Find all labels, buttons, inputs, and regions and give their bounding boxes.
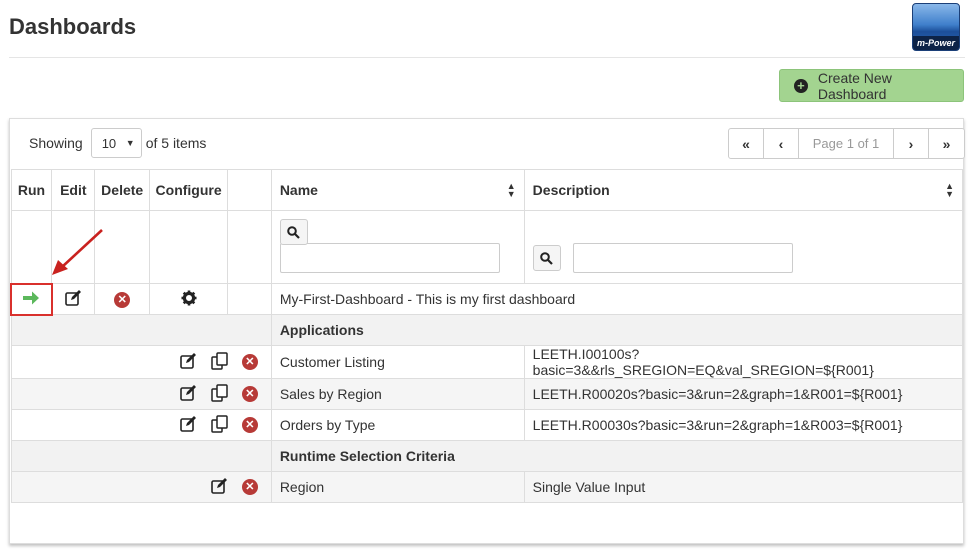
section-row: Runtime Selection Criteria (10, 440, 964, 472)
delete-icon[interactable]: ✕ (241, 386, 258, 402)
search-icon[interactable] (279, 219, 308, 245)
copy-icon[interactable] (211, 414, 229, 436)
showing-label: Showing (29, 135, 83, 151)
application-row: ✕ Orders by Type LEETH.R00030s?basic=3&r… (10, 409, 964, 441)
next-page-button[interactable]: › (894, 129, 929, 158)
col-description: Description (532, 182, 610, 198)
criteria-row: ✕ Region Single Value Input (10, 471, 964, 503)
dashboard-row: ✕ My-First-Dashboard - This is my first … (10, 282, 964, 316)
criteria-description: Single Value Input (523, 471, 964, 503)
application-name: Sales by Region (270, 378, 525, 410)
application-row: ✕ Sales by Region LEETH.R00020s?basic=3&… (10, 378, 964, 410)
section-spacer (10, 440, 272, 472)
application-url: LEETH.R00030s?basic=3&run=2&graph=1&R003… (523, 409, 964, 441)
application-url: LEETH.I00100s?basic=3&&rls_SREGION=EQ&va… (523, 345, 964, 379)
section-applications: Applications (270, 314, 964, 346)
sort-icon[interactable]: ▲ ▼ (945, 182, 954, 199)
copy-icon[interactable] (211, 383, 229, 405)
col-edit: Edit (51, 169, 96, 211)
section-spacer (10, 314, 272, 346)
filter-cell (149, 210, 229, 284)
page-size-value: 10 (101, 135, 117, 151)
item-count-label: of 5 items (145, 135, 207, 151)
delete-icon[interactable]: ✕ (241, 417, 258, 433)
create-new-dashboard-button[interactable]: + Create New Dashboard (779, 69, 964, 102)
application-actions: ✕ (10, 345, 272, 379)
header-row: Run Edit Delete Configure Name ▲ ▼ Descri… (10, 169, 964, 211)
col-run: Run (10, 169, 53, 211)
col-configure: Configure (149, 169, 229, 211)
criteria-name: Region (270, 471, 525, 503)
delete-icon[interactable]: ✕ (241, 479, 258, 495)
last-page-button[interactable]: » (929, 129, 964, 158)
col-blank (227, 169, 272, 211)
configure-button[interactable] (149, 283, 229, 315)
col-delete: Delete (94, 169, 151, 211)
chevron-down-icon: ▼ (125, 138, 135, 148)
edit-button[interactable] (51, 283, 96, 315)
logo-text: m-Power (913, 36, 959, 50)
arrow-right-icon (22, 291, 40, 309)
name-filter-input[interactable] (279, 243, 500, 273)
application-row: ✕ Customer Listing LEETH.I00100s?basic=3… (10, 345, 964, 379)
filter-cell (10, 210, 53, 284)
delete-button[interactable]: ✕ (94, 283, 151, 315)
run-button[interactable] (10, 282, 53, 316)
filter-cell (227, 210, 272, 284)
pagination: « ‹ Page 1 of 1 › » (728, 128, 965, 159)
edit-icon[interactable] (211, 477, 229, 497)
application-url: LEETH.R00020s?basic=3&run=2&graph=1&R001… (523, 378, 964, 410)
gear-icon (181, 290, 197, 309)
search-icon[interactable] (532, 245, 561, 271)
page-size-select[interactable]: 10 ▼ (90, 128, 142, 158)
mpower-logo: m-Power (912, 3, 960, 51)
page-info: Page 1 of 1 (799, 129, 894, 158)
col-name: Name (279, 182, 318, 198)
dashboard-name: My-First-Dashboard - This is my first da… (270, 283, 964, 315)
copy-icon[interactable] (211, 351, 229, 373)
paging-summary: Showing 10 ▼ of 5 items (29, 128, 206, 158)
section-runtime: Runtime Selection Criteria (270, 440, 964, 472)
description-filter-cell (523, 210, 964, 284)
edit-icon[interactable] (180, 384, 198, 404)
first-page-button[interactable]: « (729, 129, 764, 158)
application-name: Orders by Type (270, 409, 525, 441)
description-filter-input[interactable] (572, 243, 793, 273)
edit-icon[interactable] (180, 415, 198, 435)
edit-icon[interactable] (180, 352, 198, 372)
delete-icon[interactable]: ✕ (241, 354, 258, 370)
page-title: Dashboards (9, 14, 137, 39)
application-name: Customer Listing (270, 345, 525, 379)
col-name-header[interactable]: Name ▲ ▼ (270, 169, 525, 211)
filter-row (10, 210, 964, 284)
blank-cell (227, 283, 272, 315)
name-filter-cell (270, 210, 525, 284)
col-description-header[interactable]: Description ▲ ▼ (523, 169, 964, 211)
delete-icon: ✕ (114, 292, 131, 308)
filter-cell (51, 210, 96, 284)
divider (9, 57, 965, 58)
dashboard-table: Run Edit Delete Configure Name ▲ ▼ Descri… (10, 169, 964, 503)
edit-icon (64, 289, 83, 309)
criteria-actions: ✕ (10, 471, 272, 503)
section-row: Applications (10, 314, 964, 346)
plus-circle-icon: + (794, 78, 808, 93)
filter-cell (94, 210, 151, 284)
application-actions: ✕ (10, 409, 272, 441)
application-actions: ✕ (10, 378, 272, 410)
prev-page-button[interactable]: ‹ (764, 129, 799, 158)
sort-icon[interactable]: ▲ ▼ (507, 182, 516, 199)
create-button-label: Create New Dashboard (817, 69, 892, 102)
